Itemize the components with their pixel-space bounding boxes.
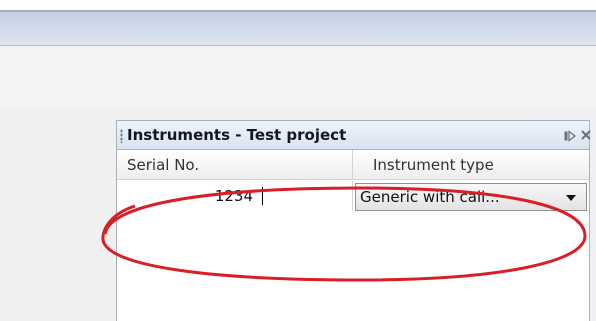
close-icon[interactable] [581, 130, 591, 140]
instrument-type-value: Generic with cali... [360, 188, 500, 206]
maximize-icon[interactable] [564, 130, 576, 142]
instruments-panel: Instruments - Test project Serial No. In… [116, 120, 591, 321]
workspace-band [0, 46, 596, 108]
column-header-serial[interactable]: Serial No. [117, 150, 353, 180]
toolbar [0, 12, 596, 46]
panel-title: Instruments - Test project [127, 126, 347, 144]
serial-input[interactable] [119, 183, 351, 209]
panel-title-bar[interactable]: Instruments - Test project [117, 121, 591, 150]
drag-grip-icon[interactable] [120, 129, 123, 143]
column-header-instrument-type-label: Instrument type [373, 156, 494, 174]
instrument-type-select[interactable]: Generic with cali... [355, 183, 587, 211]
chevron-down-icon[interactable] [565, 194, 577, 202]
column-header-serial-label: Serial No. [127, 156, 200, 174]
column-header-instrument-type[interactable]: Instrument type [353, 150, 589, 180]
serial-cell[interactable] [117, 181, 353, 211]
window-top-edge [0, 0, 596, 12]
text-caret [262, 187, 263, 205]
